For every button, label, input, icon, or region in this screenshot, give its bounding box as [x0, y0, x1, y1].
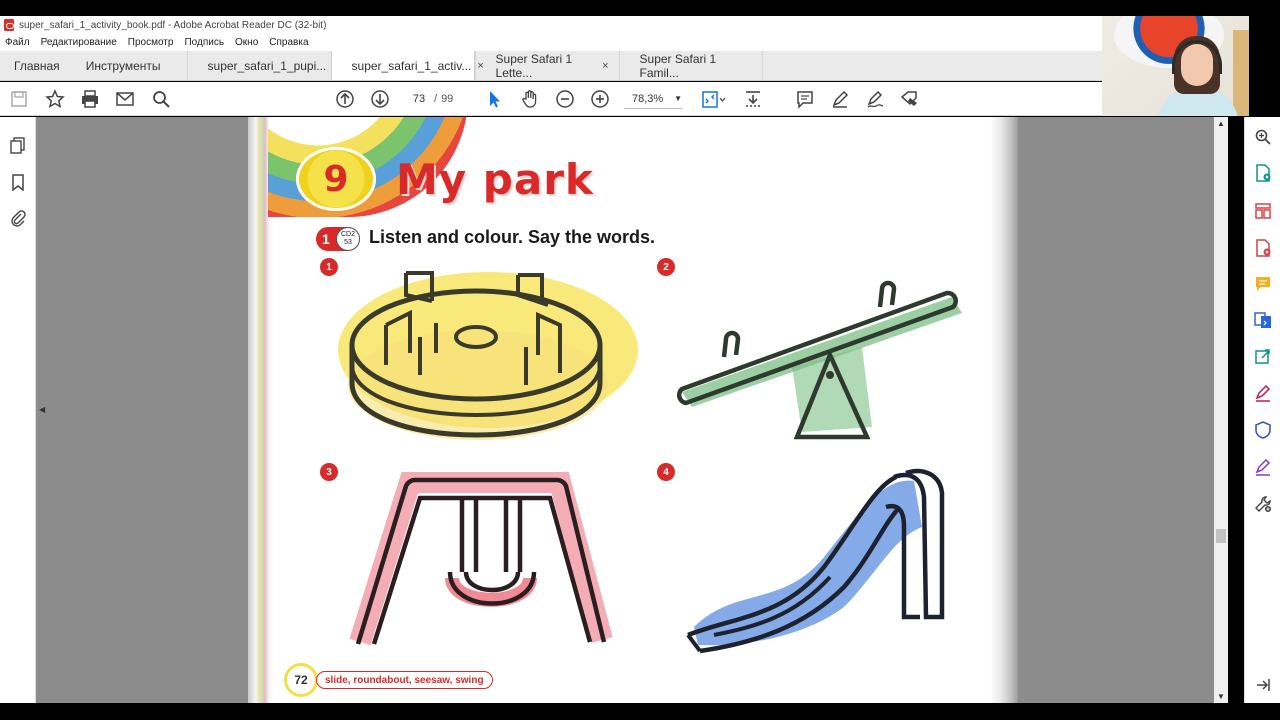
fill-sign-tool-icon[interactable]: [1253, 383, 1273, 403]
scroll-up-icon[interactable]: ▲: [1217, 119, 1225, 128]
expand-panel-icon[interactable]: [1253, 675, 1273, 695]
slide-picture: [686, 468, 945, 654]
highlight-pen-icon[interactable]: [829, 88, 851, 110]
tab-home[interactable]: Главная: [0, 51, 74, 80]
tab-document-label: Super Safari 1 Lette...: [495, 51, 573, 80]
cd-track-number: 53: [344, 239, 352, 246]
unit-number-badge: 9: [296, 147, 376, 211]
cd-label: CD2: [340, 231, 355, 238]
menu-help[interactable]: Справка: [269, 37, 308, 48]
zoom-out-icon[interactable]: [554, 88, 576, 110]
pdf-page: 9 My park 1 CD2 53 Listen and colour. Sa…: [248, 117, 1018, 703]
word-bank: slide, roundabout, seesaw, swing: [316, 671, 493, 689]
pdf-app-icon: [4, 19, 14, 31]
fit-page-icon[interactable]: [699, 88, 729, 110]
zoom-in-icon[interactable]: [589, 88, 611, 110]
webcam-overlay: [1102, 16, 1249, 116]
comment-tool-icon[interactable]: [1253, 274, 1273, 294]
bookmark-icon[interactable]: [8, 172, 28, 192]
star-icon[interactable]: [44, 88, 66, 110]
menu-view[interactable]: Просмотр: [128, 37, 174, 48]
menu-sign[interactable]: Подпись: [184, 37, 224, 48]
edit-pdf-icon[interactable]: [1253, 457, 1273, 477]
tab-document-label: super_safari_1_pupi...: [207, 58, 327, 73]
cd-track-icon: CD2 53: [336, 227, 360, 251]
hand-icon[interactable]: [519, 88, 541, 110]
page-thumbnails-icon[interactable]: [8, 135, 28, 155]
activity-instruction: Listen and colour. Say the words.: [369, 227, 656, 247]
unit-number: 9: [323, 158, 349, 200]
export-pdf-icon[interactable]: [1253, 238, 1273, 258]
picture-number: 2: [657, 258, 675, 276]
tab-close-icon[interactable]: ×: [602, 60, 608, 72]
convert-icon[interactable]: [1253, 310, 1273, 330]
zoom-select[interactable]: 78,3% ▼: [624, 89, 682, 109]
menu-edit[interactable]: Редактирование: [41, 37, 117, 48]
more-tools-icon[interactable]: [1253, 494, 1273, 514]
left-navigation-pane: [0, 117, 36, 703]
create-pdf-icon[interactable]: [1253, 163, 1273, 183]
zoom-value: 78,3%: [632, 92, 664, 105]
menu-window[interactable]: Окно: [235, 37, 258, 48]
tab-bar: Главная Инструменты super_safari_1_pupi.…: [0, 51, 1102, 81]
zoom-tool-icon[interactable]: [1253, 127, 1273, 147]
fill-sign-icon[interactable]: [899, 88, 921, 110]
acrobat-window: super_safari_1_activity_book.pdf - Adobe…: [0, 0, 1280, 720]
roundabout-picture: [338, 271, 638, 440]
scroll-mode-icon[interactable]: [742, 88, 764, 110]
menu-bar: Файл Редактирование Просмотр Подпись Окн…: [0, 34, 1102, 51]
sign-icon[interactable]: [864, 88, 886, 110]
picture-number: 4: [657, 463, 675, 481]
scroll-thumb[interactable]: [1216, 529, 1226, 543]
scroll-down-icon[interactable]: ▼: [1217, 692, 1225, 701]
comment-icon[interactable]: [794, 88, 816, 110]
search-icon[interactable]: [150, 88, 172, 110]
menu-file[interactable]: Файл: [5, 37, 30, 48]
picture-number: 3: [320, 463, 338, 481]
page-up-icon[interactable]: [334, 88, 356, 110]
seesaw-picture: [676, 280, 962, 440]
share-icon[interactable]: [1253, 346, 1273, 366]
main-toolbar: 73 / 99 78,3% ▼: [0, 82, 1102, 116]
tab-document[interactable]: super_safari_1_pupi...: [186, 51, 331, 80]
document-viewport[interactable]: ◀ 9 My park 1 CD2 53 Listen and colour. …: [36, 117, 1214, 703]
page-number-input[interactable]: 73: [404, 89, 434, 109]
tab-document[interactable]: Super Safari 1 Lette... ×: [474, 51, 619, 80]
collapse-left-pane-icon[interactable]: ◀: [39, 405, 45, 414]
swing-picture: [349, 472, 613, 646]
tab-document[interactable]: Super Safari 1 Famil...: [618, 51, 763, 80]
chevron-down-icon: ▼: [674, 94, 682, 103]
select-cursor-icon[interactable]: [483, 88, 505, 110]
unit-title: My park: [396, 155, 594, 204]
title-bar: super_safari_1_activity_book.pdf - Adobe…: [0, 16, 1102, 34]
page-down-icon[interactable]: [369, 88, 391, 110]
activity-number: 1: [322, 231, 330, 247]
tab-document-label: super_safari_1_activ...: [351, 58, 472, 73]
organize-pages-icon[interactable]: [1253, 201, 1273, 221]
tab-document-active[interactable]: super_safari_1_activ... ×: [330, 51, 484, 80]
tab-document-label: Super Safari 1 Famil...: [639, 51, 717, 80]
protect-icon[interactable]: [1253, 420, 1273, 440]
tab-tools[interactable]: Инструменты: [74, 51, 187, 80]
print-icon[interactable]: [79, 88, 101, 110]
right-tools-pane: [1244, 117, 1280, 703]
save-icon[interactable]: [8, 88, 30, 110]
email-icon[interactable]: [114, 88, 136, 110]
page-gutter: [990, 117, 1018, 703]
vertical-scrollbar[interactable]: ▲ ▼: [1214, 117, 1228, 703]
attachment-icon[interactable]: [8, 208, 28, 228]
total-pages: 99: [441, 93, 454, 105]
page-separator: /: [434, 93, 438, 105]
page-count: / 99: [434, 89, 453, 109]
page-number-badge: 72: [284, 663, 318, 697]
window-title: super_safari_1_activity_book.pdf - Adobe…: [19, 19, 327, 31]
activity-badge: 1 CD2 53: [316, 227, 360, 251]
